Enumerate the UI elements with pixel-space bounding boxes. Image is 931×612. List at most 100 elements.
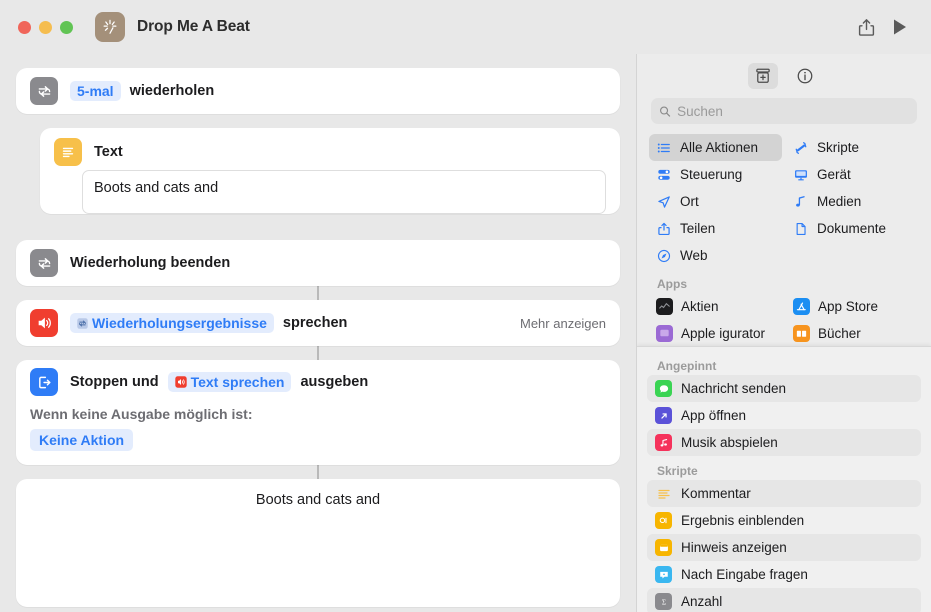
app-label: Bücher bbox=[818, 326, 861, 341]
document-icon bbox=[793, 222, 809, 236]
category-label: Web bbox=[680, 248, 708, 263]
appstore-icon bbox=[793, 298, 810, 315]
category-label: Dokumente bbox=[817, 221, 887, 236]
action-library-button[interactable] bbox=[748, 63, 778, 89]
list-icon bbox=[656, 141, 672, 155]
category-geraet[interactable]: Gerät bbox=[786, 161, 919, 188]
pinned-panel: Angepinnt Nachricht senden App öffnen Mu… bbox=[637, 346, 931, 612]
share-button[interactable] bbox=[851, 12, 881, 42]
alert-icon bbox=[655, 539, 672, 556]
category-dokumente[interactable]: Dokumente bbox=[786, 215, 919, 242]
category-label: Steuerung bbox=[680, 167, 743, 182]
action-end-repeat[interactable]: Wiederholung beenden bbox=[16, 240, 620, 286]
repeat-icon bbox=[30, 249, 58, 277]
stop-prefix-label: Stoppen und bbox=[70, 374, 159, 390]
list-item-nach-eingabe-fragen[interactable]: Nach Eingabe fragen bbox=[647, 561, 921, 588]
app-label: Apple igurator bbox=[681, 326, 766, 341]
repeat-body: Text Boots and cats and bbox=[40, 128, 620, 214]
body-split: 5-mal wiederholen Text Boots and cats an… bbox=[0, 54, 931, 612]
library-icon bbox=[756, 68, 770, 83]
no-output-note: Wenn keine Ausgabe möglich ist: bbox=[30, 406, 253, 422]
output-token-label: Text sprechen bbox=[190, 374, 285, 390]
minimize-button[interactable] bbox=[39, 20, 52, 34]
category-grid: Alle Aktionen Skripte Steuerung Gerät Or… bbox=[637, 134, 931, 269]
action-connector bbox=[317, 286, 319, 300]
speaker-icon bbox=[30, 309, 58, 337]
output-type-token[interactable]: Text sprechen bbox=[167, 372, 292, 392]
action-library-panel: Alle Aktionen Skripte bbox=[636, 54, 931, 612]
action-stop-and-output[interactable]: Stoppen und Text sprechen ausgeben Wenn … bbox=[16, 360, 620, 465]
list-item-label: Ergebnis einblenden bbox=[681, 513, 805, 528]
app-item-app-store[interactable]: App Store bbox=[786, 293, 919, 320]
category-label: Medien bbox=[817, 194, 862, 209]
category-label: Teilen bbox=[680, 221, 716, 236]
list-item-musik-abspielen[interactable]: Musik abspielen bbox=[647, 429, 921, 456]
speak-source-token[interactable]: Wiederholungsergebnisse bbox=[70, 313, 274, 333]
category-label: Gerät bbox=[817, 167, 851, 182]
titlebar: Drop Me A Beat bbox=[0, 0, 931, 54]
list-item-app-oeffnen[interactable]: App öffnen bbox=[647, 402, 921, 429]
list-item-hinweis-anzeigen[interactable]: Hinweis anzeigen bbox=[647, 534, 921, 561]
category-label: Ort bbox=[680, 194, 699, 209]
list-item-anzahl[interactable]: Σ Anzahl bbox=[647, 588, 921, 612]
category-skripte[interactable]: Skripte bbox=[786, 134, 919, 161]
list-item-label: Nach Eingabe fragen bbox=[681, 567, 808, 582]
search-wrapper bbox=[637, 98, 931, 134]
no-output-chip-row: Keine Aktion bbox=[16, 422, 620, 465]
pinned-section-header: Angepinnt bbox=[657, 359, 717, 373]
search-box[interactable] bbox=[651, 98, 917, 124]
app-label: App Store bbox=[818, 299, 879, 314]
action-connector bbox=[317, 465, 319, 479]
apps-section-header: Apps bbox=[657, 277, 687, 291]
play-icon bbox=[894, 19, 906, 35]
no-output-chip[interactable]: Keine Aktion bbox=[30, 429, 134, 451]
list-item-kommentar[interactable]: Kommentar bbox=[647, 480, 921, 507]
app-item-aktien[interactable]: Aktien bbox=[649, 293, 782, 320]
text-icon bbox=[54, 138, 82, 166]
music-note-icon bbox=[793, 195, 809, 209]
category-teilen[interactable]: Teilen bbox=[649, 215, 782, 242]
search-input[interactable] bbox=[677, 103, 909, 119]
exit-icon bbox=[30, 368, 58, 396]
app-label: Aktien bbox=[681, 299, 719, 314]
text-input-field[interactable]: Boots and cats and bbox=[82, 170, 606, 214]
apps-grid: Aktien App Store Apple igurator Bücher bbox=[637, 293, 931, 347]
action-connector bbox=[317, 346, 319, 360]
category-ort[interactable]: Ort bbox=[649, 188, 782, 215]
books-icon bbox=[793, 325, 810, 342]
category-steuerung[interactable]: Steuerung bbox=[649, 161, 782, 188]
zoom-button[interactable] bbox=[60, 20, 73, 34]
repeat-count-token[interactable]: 5-mal bbox=[70, 81, 121, 101]
category-label: Alle Aktionen bbox=[680, 140, 759, 155]
info-button[interactable] bbox=[790, 63, 820, 89]
scripts-section-header: Skripte bbox=[657, 464, 698, 478]
workflow-preview: Boots and cats and bbox=[16, 479, 620, 607]
svg-text:Σ: Σ bbox=[661, 598, 665, 606]
list-item-label: Kommentar bbox=[681, 486, 751, 501]
search-icon bbox=[660, 105, 671, 117]
category-medien[interactable]: Medien bbox=[786, 188, 919, 215]
safari-icon bbox=[656, 249, 672, 263]
action-speak[interactable]: Wiederholungsergebnisse sprechen Mehr an… bbox=[16, 300, 620, 346]
script-icon bbox=[793, 141, 809, 155]
app-item-buecher[interactable]: Bücher bbox=[786, 320, 919, 347]
category-web[interactable]: Web bbox=[649, 242, 782, 269]
location-icon bbox=[656, 195, 672, 209]
list-item-nachricht-senden[interactable]: Nachricht senden bbox=[647, 375, 921, 402]
speak-label: sprechen bbox=[282, 315, 348, 331]
traffic-lights bbox=[18, 20, 73, 34]
list-item-ergebnis-einblenden[interactable]: Ergebnis einblenden bbox=[647, 507, 921, 534]
category-alle-aktionen[interactable]: Alle Aktionen bbox=[649, 134, 782, 161]
show-result-icon bbox=[655, 512, 672, 529]
repeat-icon bbox=[30, 77, 58, 105]
show-more-link[interactable]: Mehr anzeigen bbox=[520, 316, 606, 331]
run-button[interactable] bbox=[885, 12, 915, 42]
action-text[interactable]: Text Boots and cats and bbox=[40, 128, 620, 214]
workflow-editor[interactable]: 5-mal wiederholen Text Boots and cats an… bbox=[0, 54, 636, 612]
close-button[interactable] bbox=[18, 20, 31, 34]
action-repeat[interactable]: 5-mal wiederholen bbox=[16, 68, 620, 114]
library-toolbar bbox=[637, 54, 931, 98]
share-icon bbox=[858, 18, 874, 36]
app-item-apple-configurator[interactable]: Apple igurator bbox=[649, 320, 782, 347]
